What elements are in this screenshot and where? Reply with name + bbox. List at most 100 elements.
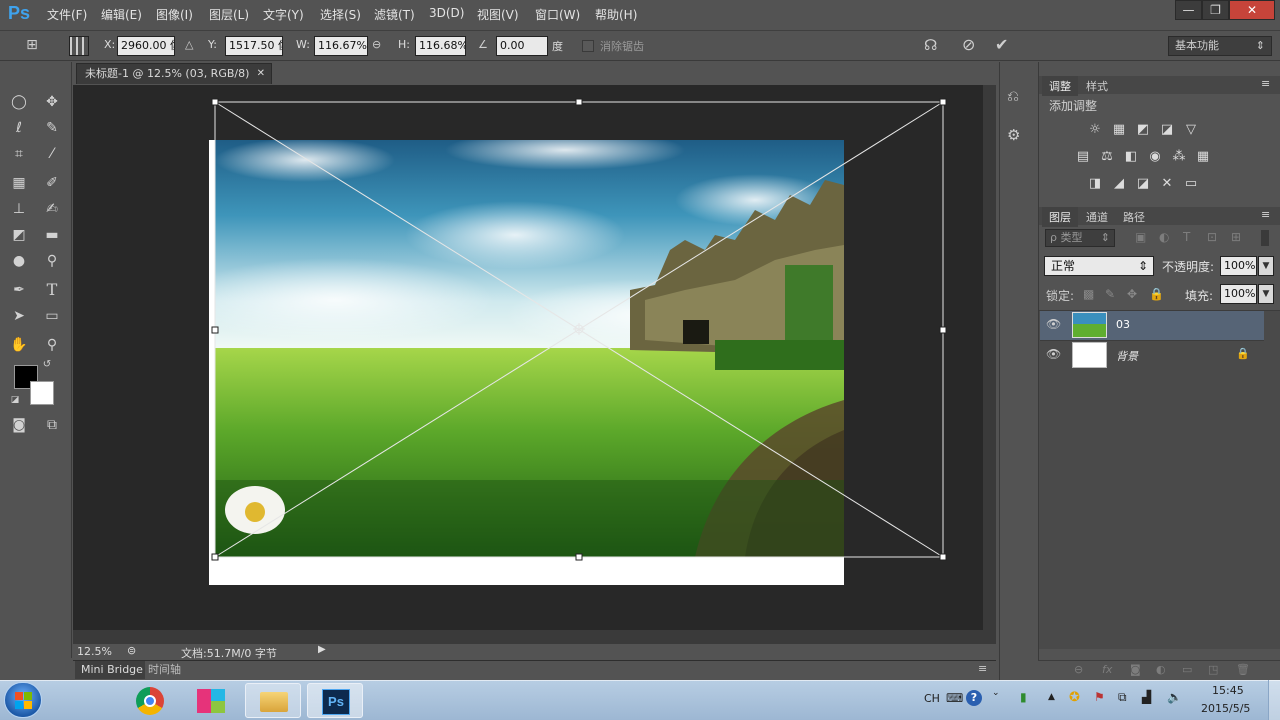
horizontal-scrollbar[interactable] — [73, 630, 983, 643]
transform-tool-icon[interactable]: ⊞ — [20, 37, 44, 53]
lock-all-icon[interactable]: 🔒 — [1149, 287, 1164, 301]
menu-view[interactable]: 视图(V) — [477, 6, 519, 23]
layer-filter-select[interactable]: ρ 类型 ⇕ — [1045, 229, 1115, 247]
zoom-level[interactable]: 12.5% — [77, 645, 112, 658]
hand-tool-icon[interactable]: ✋ — [7, 333, 31, 357]
panel-menu-icon[interactable]: ≡ — [978, 662, 987, 675]
layers-menu-icon[interactable]: ≡ — [1261, 208, 1270, 221]
clone-stamp-icon[interactable]: ⊥ — [7, 197, 31, 221]
menu-window[interactable]: 窗口(W) — [535, 6, 580, 23]
screen-mode-icon[interactable]: ⧉ — [40, 413, 64, 437]
lasso-tool-icon[interactable]: ℓ — [7, 116, 31, 140]
menu-type[interactable]: 文字(Y) — [263, 6, 304, 23]
lock-transparent-icon[interactable]: ▩ — [1083, 287, 1094, 301]
tab-layers[interactable]: 图层 — [1042, 207, 1078, 227]
rectangle-tool-icon[interactable]: ▭ — [40, 304, 64, 328]
crop-tool-icon[interactable]: ⌗ — [7, 142, 31, 166]
explorer-app[interactable] — [245, 683, 301, 718]
tab-styles[interactable]: 样式 — [1079, 76, 1115, 96]
link-icon[interactable]: ⊖ — [372, 38, 381, 51]
swap-colors-icon[interactable]: ↺ — [40, 358, 54, 372]
menu-image[interactable]: 图像(I) — [156, 6, 193, 23]
new-layer-icon[interactable]: ◳ — [1208, 663, 1218, 676]
quick-selection-icon[interactable]: ✎ — [40, 116, 64, 140]
visibility-eye-icon[interactable]: 👁 — [1046, 347, 1061, 361]
menu-3d[interactable]: 3D(D) — [429, 6, 464, 20]
workspace-select[interactable]: 基本功能 ⇕ — [1168, 36, 1272, 56]
opacity-field[interactable]: 100% — [1220, 256, 1257, 276]
transform-bounding-box[interactable] — [209, 95, 949, 565]
reference-point-icon[interactable] — [69, 36, 89, 56]
x-field[interactable]: 2960.00 像 — [117, 36, 175, 56]
vibrance-icon[interactable]: ▽ — [1181, 121, 1201, 139]
height-field[interactable]: 116.68% — [415, 36, 466, 56]
status-menu-arrow-icon[interactable]: ▶ — [318, 644, 326, 655]
link-layers-icon[interactable]: ⊖ — [1074, 663, 1083, 676]
app-tray-icon[interactable]: ✪ — [1069, 690, 1080, 705]
lock-pixels-icon[interactable]: ✎ — [1105, 287, 1115, 301]
layer-style-icon[interactable]: fx — [1102, 663, 1112, 676]
lock-position-icon[interactable]: ✥ — [1127, 287, 1137, 301]
threshold-icon[interactable]: ◪ — [1133, 175, 1153, 193]
keyboard-icon[interactable]: ⌨ — [946, 691, 963, 705]
add-mask-icon[interactable]: ◙ — [1130, 663, 1141, 676]
properties-panel-icon[interactable]: ⚙ — [1007, 126, 1020, 144]
language-indicator[interactable]: CH — [924, 692, 940, 705]
brush-tool-icon[interactable]: ✐ — [40, 171, 64, 195]
history-brush-icon[interactable]: ✍ — [40, 197, 64, 221]
filter-toggle[interactable] — [1261, 230, 1269, 246]
cancel-transform-icon[interactable]: ⊘ — [962, 35, 975, 54]
healing-brush-icon[interactable]: ▦ — [7, 171, 31, 195]
menu-edit[interactable]: 编辑(E) — [101, 6, 142, 23]
minimize-button[interactable]: — — [1175, 0, 1202, 20]
dodge-tool-icon[interactable]: ⚲ — [40, 249, 64, 273]
rotate-field[interactable]: 0.00 — [496, 36, 548, 56]
clock-date[interactable]: 2015/5/5 — [1201, 702, 1250, 715]
filter-type-icon[interactable]: T — [1183, 230, 1190, 244]
path-selection-icon[interactable]: ➤ — [7, 304, 31, 328]
menu-filter[interactable]: 滤镜(T) — [374, 6, 415, 23]
layer-row-03[interactable]: 👁 03 — [1040, 311, 1264, 340]
tab-channels[interactable]: 通道 — [1079, 207, 1115, 227]
metro-app[interactable] — [183, 683, 239, 718]
volume-icon[interactable]: 🔈 — [1167, 690, 1182, 704]
adjustments-menu-icon[interactable]: ≡ — [1261, 77, 1270, 90]
chrome-app[interactable] — [121, 683, 177, 718]
filter-adjustment-icon[interactable]: ◐ — [1159, 230, 1169, 244]
black-white-icon[interactable]: ◧ — [1121, 148, 1141, 166]
background-color-swatch[interactable] — [30, 381, 54, 405]
eraser-tool-icon[interactable]: ◩ — [7, 223, 31, 247]
selective-color-icon[interactable]: ✕ — [1157, 175, 1177, 193]
default-colors-icon[interactable]: ◪ — [8, 393, 22, 407]
blend-mode-select[interactable]: 正常 ⇕ — [1044, 256, 1154, 276]
curves-icon[interactable]: ◩ — [1133, 121, 1153, 139]
y-field[interactable]: 1517.50 像 — [225, 36, 283, 56]
color-balance-icon[interactable]: ⚖ — [1097, 148, 1117, 166]
invert-icon[interactable]: ◨ — [1085, 175, 1105, 193]
pen-tool-icon[interactable]: ✒ — [7, 278, 31, 302]
show-desktop-button[interactable] — [1268, 680, 1280, 720]
type-tool-icon[interactable]: T — [40, 278, 64, 302]
battery-icon[interactable]: ▮ — [1020, 690, 1027, 704]
devices-icon[interactable]: ⧉ — [1118, 690, 1127, 705]
blur-tool-icon[interactable]: ● — [7, 249, 31, 273]
zoom-tool-icon[interactable]: ⚲ — [40, 333, 64, 357]
photo-filter-icon[interactable]: ◉ — [1145, 148, 1165, 166]
tab-paths[interactable]: 路径 — [1116, 207, 1152, 227]
visibility-eye-icon[interactable]: 👁 — [1046, 317, 1061, 331]
timeline-tab[interactable]: 时间轴 — [148, 661, 181, 679]
close-button[interactable]: ✕ — [1229, 0, 1275, 20]
network-icon[interactable]: ▟ — [1142, 690, 1151, 704]
fill-dropdown-icon[interactable]: ▼ — [1258, 284, 1274, 304]
menu-layer[interactable]: 图层(L) — [209, 6, 249, 23]
gradient-map-icon[interactable]: ▭ — [1181, 175, 1201, 193]
tab-adjustments[interactable]: 调整 — [1042, 76, 1078, 96]
new-group-icon[interactable]: ▭ — [1182, 663, 1192, 676]
filter-smart-object-icon[interactable]: ⊞ — [1231, 230, 1241, 244]
quick-mask-icon[interactable]: ◙ — [7, 413, 31, 437]
brightness-icon[interactable]: ☼ — [1085, 121, 1105, 139]
photoshop-app[interactable]: Ps — [307, 683, 363, 718]
security-icon[interactable]: ⚑ — [1094, 690, 1105, 704]
delete-layer-icon[interactable]: 🗑 — [1236, 663, 1250, 676]
eyedropper-icon[interactable]: ⁄ — [40, 142, 64, 166]
